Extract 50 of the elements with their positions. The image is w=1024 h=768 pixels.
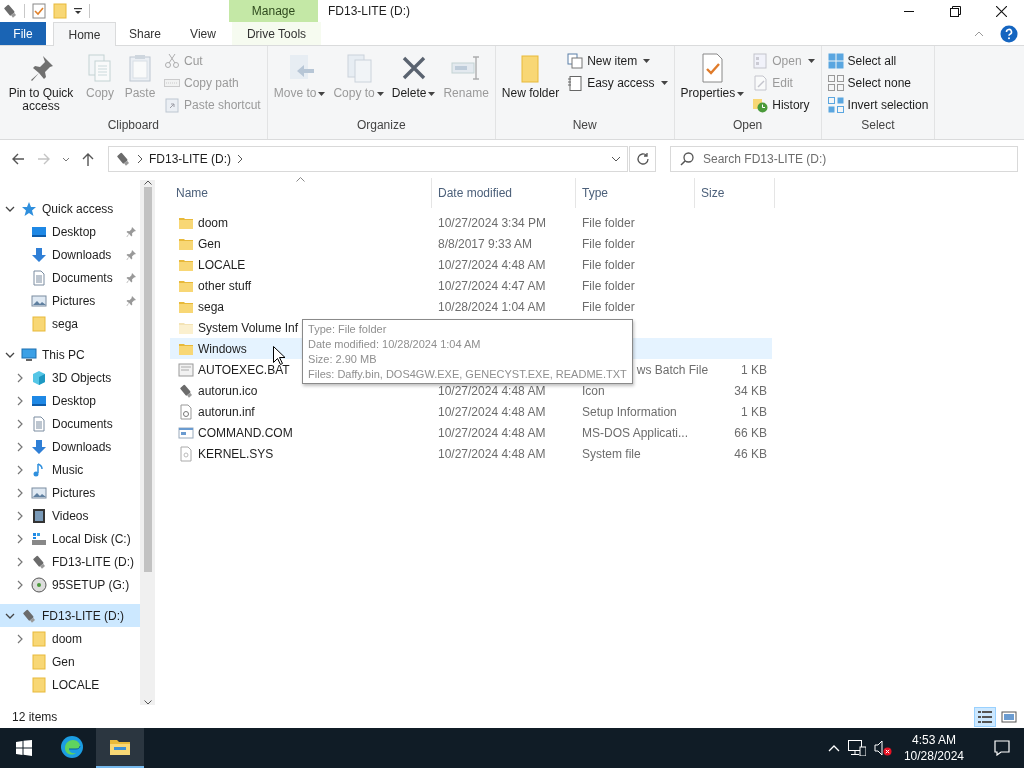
file-name: Gen: [198, 236, 221, 251]
file-name: COMMAND.COM: [198, 425, 293, 440]
file-type: System file: [582, 446, 641, 461]
group-label: Clipboard: [106, 118, 161, 134]
file-name: autorun.inf: [198, 404, 255, 419]
date-modified: 10/27/2024 3:34 PM: [438, 215, 547, 230]
date-modified: 10/27/2024 4:48 AM: [438, 383, 546, 398]
file-size: 66 KB: [734, 425, 767, 440]
file-type: Icon: [582, 383, 605, 398]
file-type: File folder: [582, 257, 635, 272]
tooltip-line: Size: 2.90 MB: [308, 352, 377, 366]
contextual-tab-header: Manage: [229, 0, 318, 22]
date-modified: 10/27/2024 4:47 AM: [438, 278, 546, 293]
file-name: LOCALE: [198, 257, 246, 272]
window-title: FD13-LITE (D:): [328, 3, 410, 20]
group-label: Organize: [355, 118, 407, 134]
file-size: 46 KB: [734, 446, 767, 461]
file-type: File folder: [582, 278, 635, 293]
tooltip-line: Date modified: 10/28/2024 1:04 AM: [308, 337, 481, 351]
file-size: 1 KB: [741, 404, 767, 419]
file-type: MS-DOS Applicati...: [582, 425, 689, 440]
file-size: 1 KB: [741, 362, 767, 377]
group-label: New: [571, 118, 598, 134]
file-name: autorun.ico: [198, 383, 258, 398]
file-name: KERNEL.SYS: [198, 446, 274, 461]
file-name: AUTOEXEC.BAT: [198, 362, 290, 377]
file-name: System Volume Inf: [198, 320, 299, 335]
clock-date: 10/28/2024: [903, 748, 964, 764]
file-type: File folder: [582, 236, 635, 251]
file-type: Setup Information: [582, 404, 677, 419]
clock-time: 4:53 AM: [911, 732, 956, 748]
group-label: Select: [860, 118, 896, 134]
file-name: sega: [198, 299, 225, 314]
file-name: other stuff: [198, 278, 252, 293]
date-modified: 10/27/2024 4:48 AM: [438, 404, 546, 419]
file-type: File folder: [582, 299, 635, 314]
file-size: 34 KB: [734, 383, 767, 398]
date-modified: 10/28/2024 1:04 AM: [438, 299, 546, 314]
date-modified: 8/8/2017 9:33 AM: [438, 236, 533, 251]
file-name: Windows: [198, 341, 247, 356]
date-modified: 10/27/2024 4:48 AM: [438, 425, 546, 440]
group-label: Open: [731, 118, 764, 134]
date-modified: 10/27/2024 4:48 AM: [438, 446, 546, 461]
item-count: 12 items: [12, 709, 58, 724]
file-type: ws Batch File: [636, 362, 709, 377]
file-name: doom: [198, 215, 229, 230]
file-type: File folder: [582, 215, 635, 230]
date-modified: 10/27/2024 4:48 AM: [438, 257, 546, 272]
tooltip-line: Type: File folder: [308, 322, 387, 336]
tooltip-line: Files: Daffy.bin, DOS4GW.EXE, GENECYST.EXE, README.TXT: [308, 367, 627, 381]
